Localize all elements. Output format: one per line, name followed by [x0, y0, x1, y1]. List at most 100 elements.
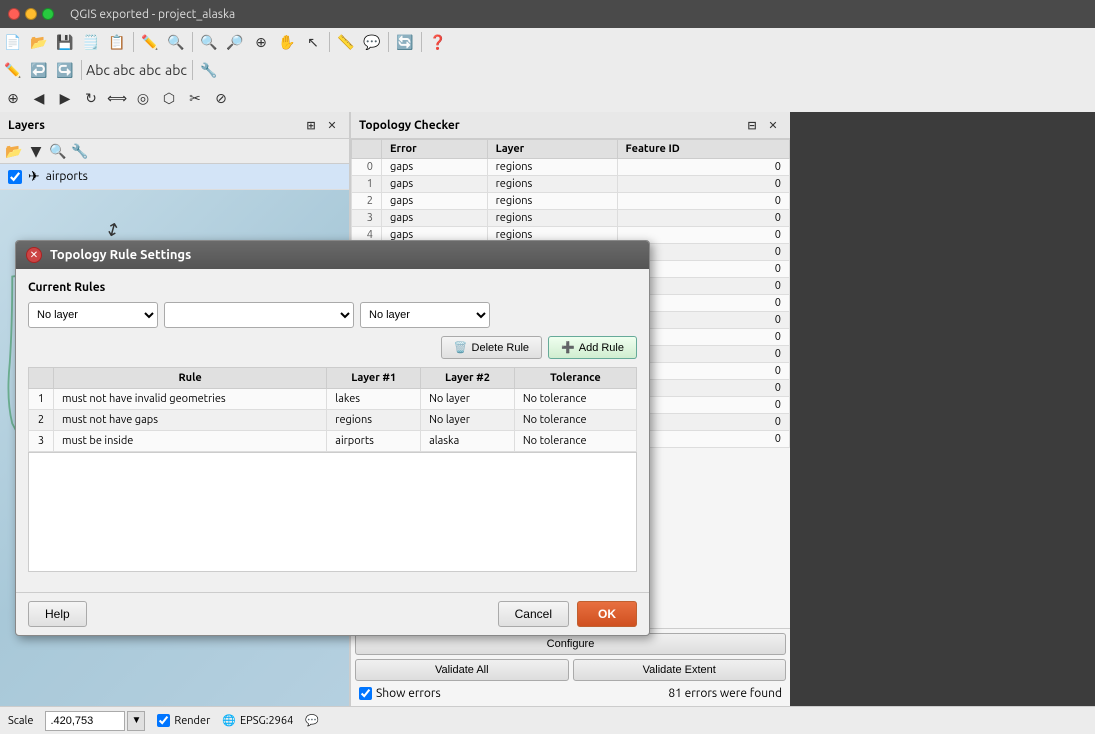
delete-btn-label: Delete Rule: [472, 342, 529, 354]
undo-button[interactable]: ↩️: [26, 57, 52, 83]
help-button[interactable]: ❓: [425, 29, 451, 55]
add-rule-button[interactable]: ➕ Add Rule: [548, 336, 637, 359]
rule-type-select[interactable]: [164, 302, 354, 328]
validate-all-button[interactable]: Validate All: [355, 659, 569, 681]
save-button[interactable]: 💾: [52, 29, 78, 55]
select-button[interactable]: ↖: [300, 29, 326, 55]
separator-2: [192, 32, 193, 52]
union-btn[interactable]: ◎: [130, 85, 156, 111]
rule-row[interactable]: 1must not have invalid geometrieslakesNo…: [29, 389, 637, 410]
separator-6: [81, 60, 82, 80]
buffer-btn[interactable]: ⬡: [156, 85, 182, 111]
snap-btn[interactable]: ⊕: [0, 85, 26, 111]
minimize-button[interactable]: [25, 8, 37, 20]
layer2-select[interactable]: No layer: [360, 302, 490, 328]
save-layout-button[interactable]: 📋: [104, 29, 130, 55]
pan-button[interactable]: ✋: [274, 29, 300, 55]
clip-btn[interactable]: ✂: [182, 85, 208, 111]
filter-layer-btn[interactable]: ▼: [26, 141, 46, 161]
forward-btn[interactable]: ▶: [52, 85, 78, 111]
measure-button[interactable]: 📏: [333, 29, 359, 55]
col-layer1: Layer #1: [327, 368, 421, 389]
render-area: Render: [157, 714, 210, 727]
rule-row[interactable]: 2must not have gapsregionsNo layerNo tol…: [29, 410, 637, 431]
mirror-btn[interactable]: ⟺: [104, 85, 130, 111]
map-tip-button[interactable]: 💬: [359, 29, 385, 55]
airport-layer-icon: ✈: [28, 168, 40, 185]
tc-float-btn[interactable]: ⊟: [743, 116, 761, 134]
rotate-btn[interactable]: ↻: [78, 85, 104, 111]
rules-table: Rule Layer #1 Layer #2 Tolerance 1must n…: [28, 367, 637, 452]
table-row[interactable]: 2gapsregions0: [352, 193, 790, 210]
edit-pencil-button[interactable]: ✏️: [0, 57, 26, 83]
help-button[interactable]: Help: [28, 601, 87, 627]
separator-4: [388, 32, 389, 52]
show-errors-checkbox[interactable]: [359, 687, 372, 700]
cancel-button[interactable]: Cancel: [498, 601, 569, 627]
dialog-actions: Cancel OK: [498, 601, 637, 627]
col-tolerance: Tolerance: [514, 368, 636, 389]
epsg-icon: 🌐: [222, 714, 236, 727]
zoom-full-button[interactable]: ⊕: [248, 29, 274, 55]
attribute-button[interactable]: 🔧: [196, 57, 222, 83]
save-as-button[interactable]: 🗒️: [78, 29, 104, 55]
toolbar-row-1: 📄 📂 💾 🗒️ 📋 ✏️ 🔍 🔍 🔎 ⊕ ✋ ↖ 📏 💬 🔄 ❓: [0, 28, 1095, 56]
rule-action-buttons: 🗑️ Delete Rule ➕ Add Rule: [28, 336, 637, 359]
layers-toolbar: 📂 ▼ 🔍 🔧: [0, 139, 349, 164]
dialog-title-bar: ✕ Topology Rule Settings: [16, 241, 649, 269]
render-label: Render: [174, 715, 210, 727]
new-button[interactable]: 📄: [0, 29, 26, 55]
section-label: Current Rules: [28, 281, 637, 294]
table-row[interactable]: 0gapsregions0: [352, 159, 790, 176]
redo-button[interactable]: ↪️: [52, 57, 78, 83]
configure-button[interactable]: Configure: [355, 633, 786, 655]
col-layer: Layer: [487, 140, 617, 159]
toolbar-area: 📄 📂 💾 🗒️ 📋 ✏️ 🔍 🔍 🔎 ⊕ ✋ ↖ 📏 💬 🔄 ❓ ✏️ ↩️ …: [0, 28, 1095, 112]
col-index: [352, 140, 382, 159]
tc-close-btn[interactable]: ✕: [764, 116, 782, 134]
dialog-close-button[interactable]: ✕: [26, 247, 42, 263]
close-button[interactable]: [8, 8, 20, 20]
ok-button[interactable]: OK: [577, 601, 637, 627]
validate-extent-button[interactable]: Validate Extent: [573, 659, 787, 681]
label4-btn[interactable]: abc: [163, 57, 189, 83]
layers-expand-btn[interactable]: ⊞: [302, 116, 320, 134]
delete-icon: 🗑️: [454, 341, 468, 354]
epsg-area: 🌐 EPSG:2964: [222, 714, 293, 727]
rules-empty-area: [28, 452, 637, 572]
refresh-button[interactable]: 🔄: [392, 29, 418, 55]
label-btn[interactable]: Abc: [85, 57, 111, 83]
open-button[interactable]: 📂: [26, 29, 52, 55]
back-btn[interactable]: ◀: [26, 85, 52, 111]
scale-dropdown-btn[interactable]: ▼: [127, 711, 145, 731]
separator-7: [192, 60, 193, 80]
diff-btn[interactable]: ⊘: [208, 85, 234, 111]
table-row[interactable]: 1gapsregions0: [352, 176, 790, 193]
identify-button[interactable]: 🔍: [163, 29, 189, 55]
separator-5: [421, 32, 422, 52]
zoom-in-button[interactable]: 🔍: [196, 29, 222, 55]
layers-close-btn[interactable]: ✕: [323, 116, 341, 134]
zoom-out-button[interactable]: 🔎: [222, 29, 248, 55]
col-num: [29, 368, 54, 389]
render-checkbox[interactable]: [157, 714, 170, 727]
maximize-button[interactable]: [42, 8, 54, 20]
table-row[interactable]: 3gapsregions0: [352, 210, 790, 227]
delete-rule-button[interactable]: 🗑️ Delete Rule: [441, 336, 542, 359]
label3-btn[interactable]: abc: [137, 57, 163, 83]
rule-controls: No layer No layer: [28, 302, 637, 328]
add-icon: ➕: [561, 341, 575, 354]
layer1-select[interactable]: No layer: [28, 302, 158, 328]
scale-input[interactable]: [45, 711, 125, 731]
window-controls[interactable]: [8, 8, 54, 20]
validate-buttons-row: Validate All Validate Extent: [355, 659, 786, 681]
label2-btn[interactable]: abc: [111, 57, 137, 83]
rule-row[interactable]: 3must be insideairportsalaskaNo toleranc…: [29, 431, 637, 452]
layer-airports-label: airports: [46, 170, 88, 183]
layer-airports[interactable]: ✈ airports: [0, 164, 349, 190]
layer-settings-btn[interactable]: 🔧: [70, 141, 90, 161]
digitize-button[interactable]: ✏️: [137, 29, 163, 55]
filter-icon[interactable]: 🔍: [48, 141, 68, 161]
layer-checkbox-airports[interactable]: [8, 170, 22, 184]
open-layer-btn[interactable]: 📂: [4, 141, 24, 161]
